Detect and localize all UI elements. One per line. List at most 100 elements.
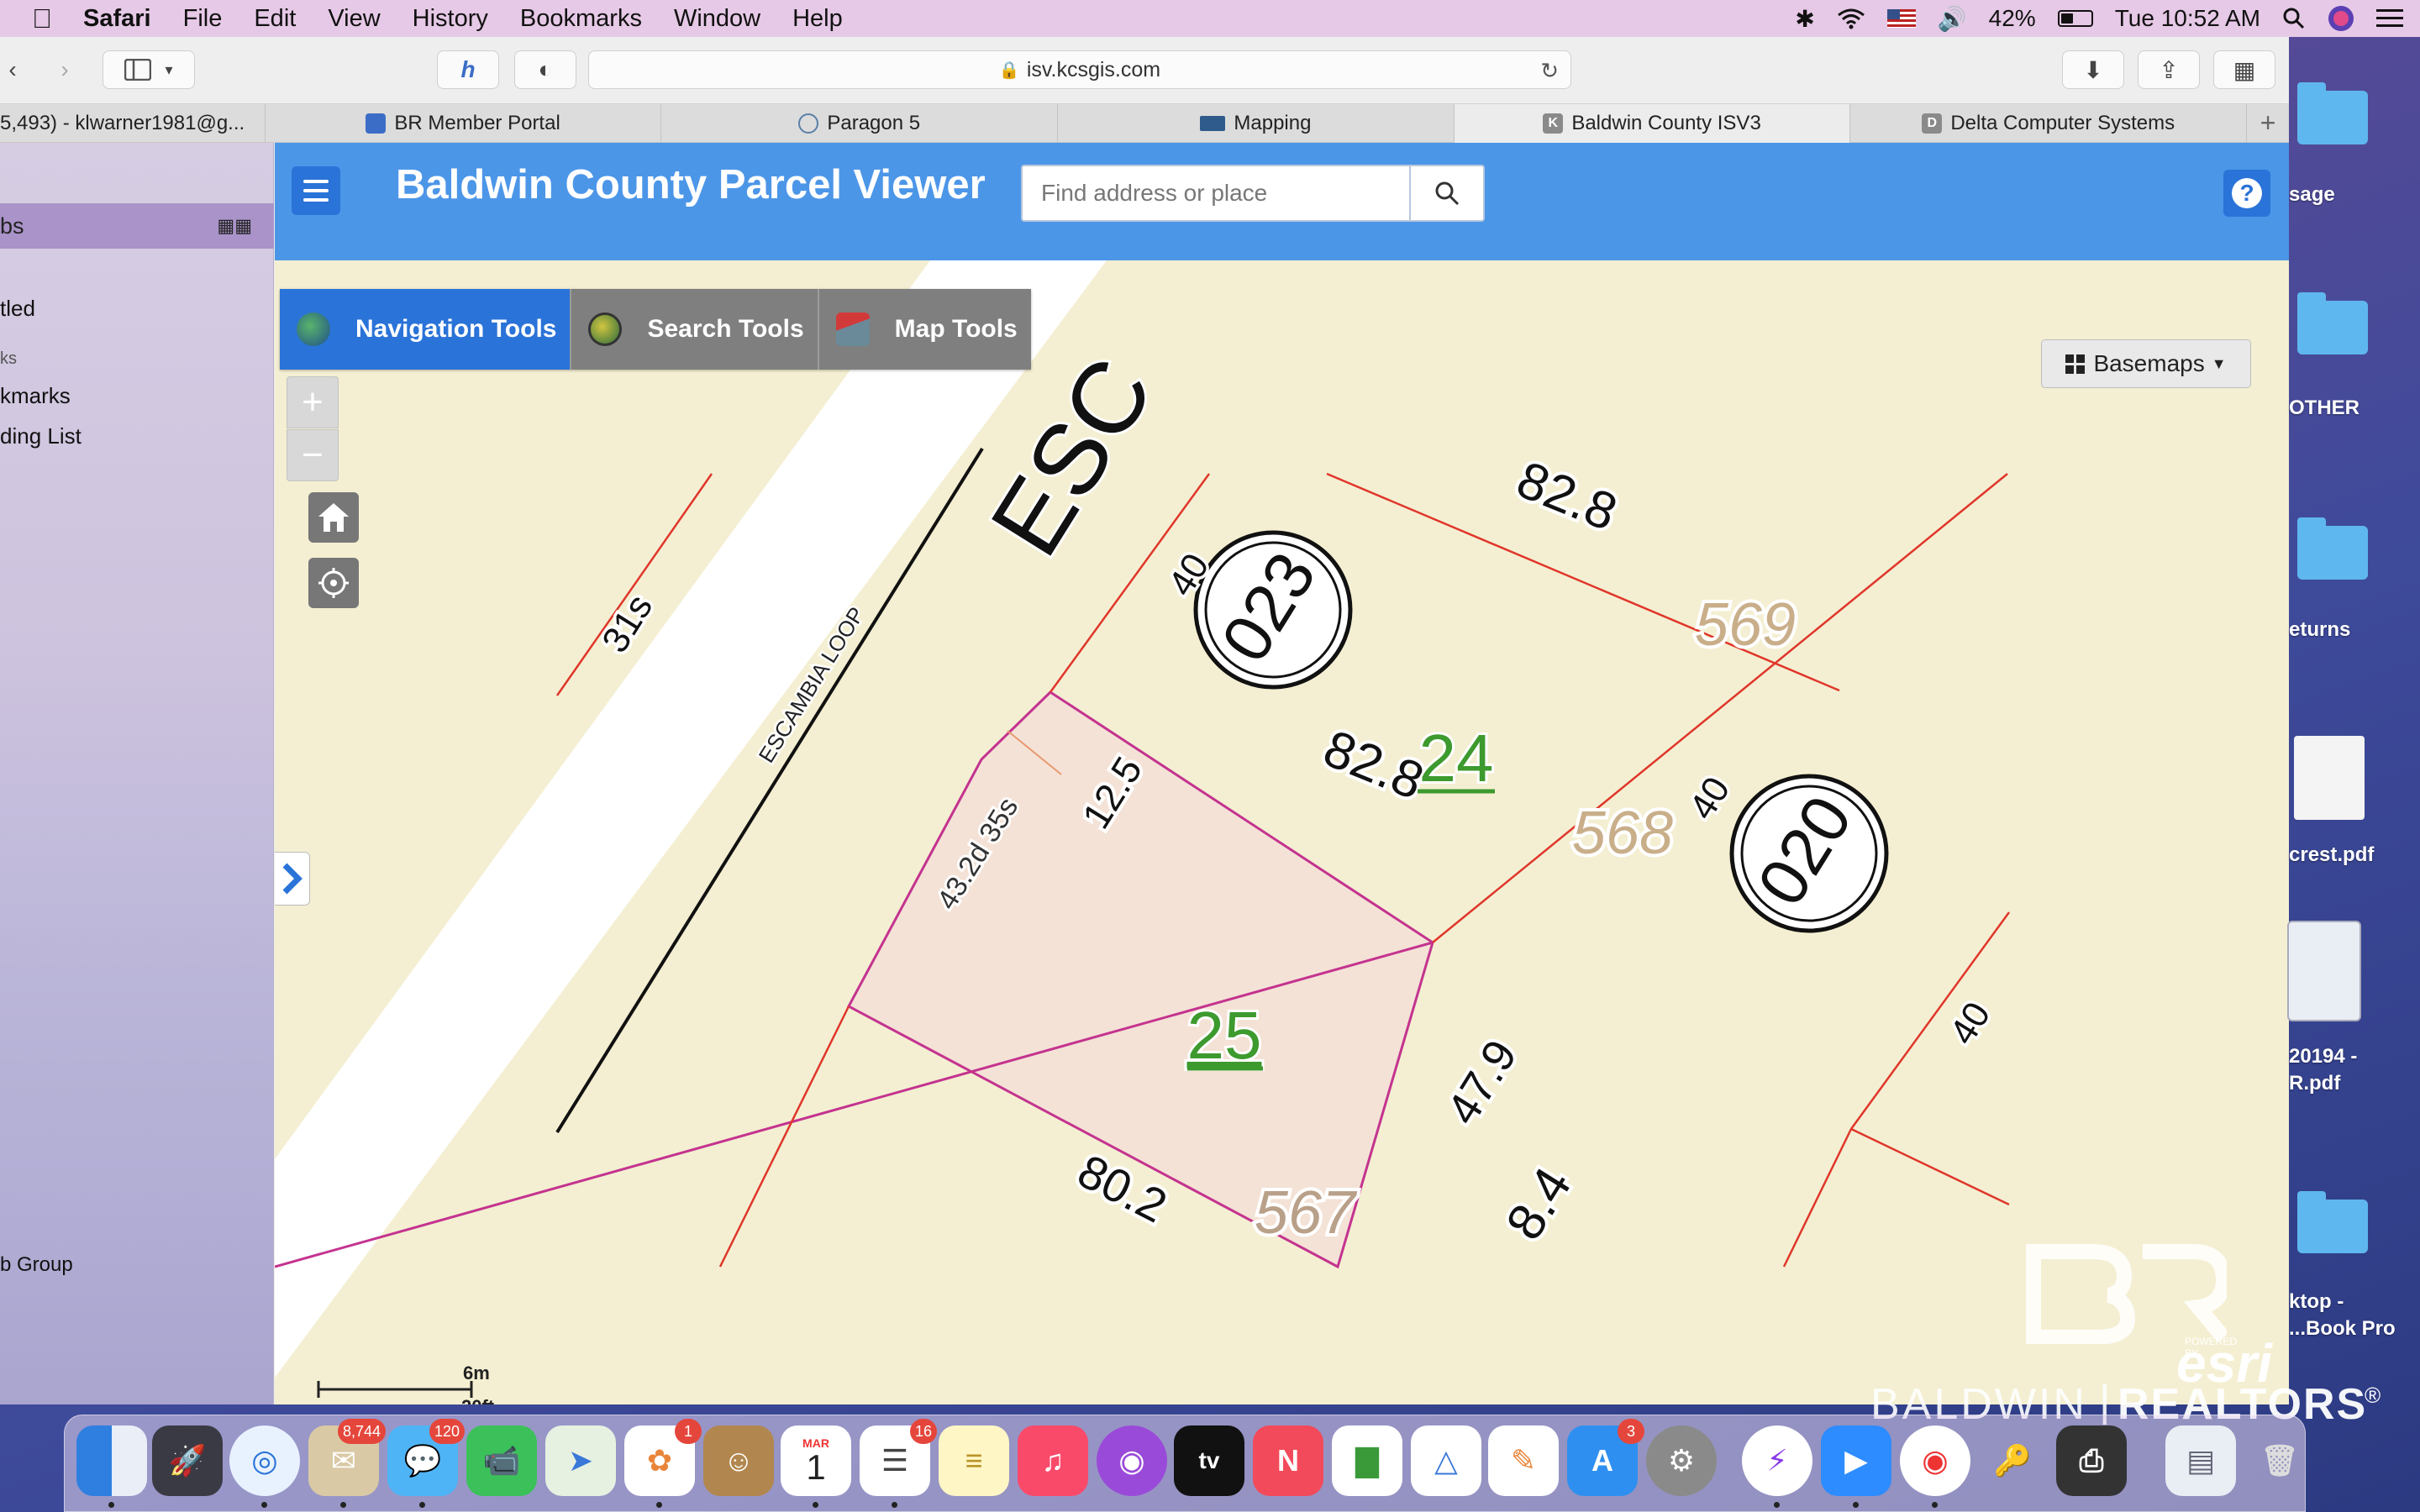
us-flag-icon[interactable] <box>1886 9 1916 28</box>
dock-launchpad-icon[interactable]: 🚀 <box>152 1425 223 1496</box>
basemaps-button[interactable]: Basemaps ▼ <box>2041 339 2251 388</box>
locate-button[interactable] <box>308 558 359 608</box>
address-bar[interactable]: 🔒 isv.kcsgis.com ↻ <box>588 50 1571 89</box>
menu-file[interactable]: File <box>167 5 239 33</box>
control-center-icon[interactable] <box>2376 8 2403 29</box>
home-button[interactable] <box>308 492 359 543</box>
help-button[interactable]: ? <box>2223 170 2270 217</box>
volume-icon[interactable]: 🔊 <box>1938 5 1967 33</box>
privacy-report-button[interactable]: ◐ <box>514 50 576 89</box>
dock-facetime-icon[interactable]: 📹 <box>466 1425 537 1496</box>
reload-icon[interactable]: ↻ <box>1540 58 1559 84</box>
dock-keychain-icon[interactable]: 🔑 <box>1977 1425 2048 1496</box>
dock-tv-icon[interactable]: tv <box>1174 1425 1244 1496</box>
battery-icon[interactable] <box>2057 10 2093 27</box>
dock-finder-icon[interactable] <box>76 1425 147 1508</box>
desktop-folder-4[interactable] <box>2297 1191 2368 1253</box>
dock-trash-icon[interactable]: 🗑 <box>2244 1425 2315 1496</box>
tab-email[interactable]: 5,493) - klwarner1981@g... <box>0 104 266 143</box>
clock[interactable]: Tue 10:52 AM <box>2115 5 2260 32</box>
dock-downloads-stack-icon[interactable]: ▤ <box>2165 1425 2236 1496</box>
desktop-pdf-thumbnail[interactable] <box>2287 921 2361 1021</box>
dock-contacts-icon[interactable]: ☺ <box>703 1425 774 1496</box>
dock-calendar-icon[interactable]: MAR 1 <box>781 1425 851 1508</box>
dock-photos-icon[interactable]: ✿ 1 <box>624 1419 702 1508</box>
dock-messenger-icon[interactable]: ⚡ <box>1742 1425 1812 1508</box>
messages-badge: 120 <box>429 1419 465 1444</box>
tab-paragon[interactable]: Paragon 5 <box>661 104 1059 143</box>
dock-safari-icon[interactable]: ◎ <box>229 1425 300 1508</box>
spotlight-search-icon[interactable] <box>2282 7 2306 30</box>
desktop-folder-2[interactable] <box>2297 292 2368 354</box>
sidebar-toggle-button[interactable]: ▾ <box>103 50 195 89</box>
dock-zoom-icon[interactable]: ▶ <box>1821 1425 1891 1508</box>
tab-delta-computer[interactable]: D Delta Computer Systems <box>1850 104 2248 143</box>
dock-appstore-icon[interactable]: A3 <box>1567 1419 1644 1496</box>
wifi-icon[interactable] <box>1837 8 1865 29</box>
menu-help[interactable]: Help <box>776 5 859 33</box>
lock-icon: 🔒 <box>998 60 1020 80</box>
desktop-folder-3[interactable] <box>2297 517 2368 580</box>
tab-overview-button[interactable]: ▦ <box>2213 50 2275 89</box>
app-title: Baldwin County Parcel Viewer <box>396 162 986 207</box>
forward-button[interactable]: › <box>44 50 86 89</box>
battery-percent: 42% <box>1988 5 2036 31</box>
dock-pages-icon[interactable]: ✎ <box>1488 1425 1559 1496</box>
back-button[interactable]: ‹ <box>0 50 34 89</box>
dock-news-icon[interactable]: N <box>1253 1425 1323 1496</box>
menu-view[interactable]: View <box>312 5 396 33</box>
grid-icon[interactable]: ▦▦ <box>217 215 252 237</box>
tab-navigation-tools[interactable]: Navigation Tools <box>280 289 572 370</box>
desktop-label-desktop: ktop - <box>2289 1290 2344 1313</box>
sidebar-header[interactable]: bs ▦▦ <box>0 203 274 249</box>
desktop-label-macbook-pro: ...Book Pro <box>2289 1317 2396 1340</box>
extension-button[interactable]: h <box>437 50 499 89</box>
sidebar-item-bookmarks[interactable]: kmarks <box>0 383 71 409</box>
br-favicon-icon <box>366 113 387 134</box>
tab-label: Delta Computer Systems <box>1950 112 2175 134</box>
menu-edit[interactable]: Edit <box>238 5 312 33</box>
tab-label: Baldwin County ISV3 <box>1571 112 1761 134</box>
bluetooth-icon[interactable]: ✱ <box>1795 5 1814 33</box>
sidebar-item-tab-group[interactable]: b Group <box>0 1253 73 1277</box>
tab-mapping[interactable]: Mapping <box>1058 104 1455 143</box>
mapping-favicon-icon <box>1200 116 1226 131</box>
dock-keynote-icon[interactable]: △ <box>1411 1425 1481 1496</box>
dock-reminders-icon[interactable]: ☰ 16 <box>860 1419 937 1508</box>
tab-search-tools[interactable]: Search Tools <box>571 289 819 370</box>
tab-baldwin-isv3[interactable]: K Baldwin County ISV3 <box>1454 104 1851 143</box>
new-tab-button[interactable]: + <box>2247 104 2289 142</box>
dock-chrome-icon[interactable]: ◉ <box>1900 1425 1970 1508</box>
dock-messages-icon[interactable]: 💬 120 <box>387 1419 465 1508</box>
apple-menu-icon[interactable]:  <box>17 3 67 34</box>
downloads-button[interactable]: ⬇ <box>2062 50 2124 89</box>
search-button[interactable] <box>1409 166 1483 220</box>
menu-app-safari[interactable]: Safari <box>67 5 167 33</box>
dock-maps-icon[interactable]: ➤ <box>545 1425 616 1496</box>
desktop-folder-1[interactable] <box>2297 82 2368 144</box>
menu-window[interactable]: Window <box>658 5 776 33</box>
dock-printer-icon[interactable]: ⎙ <box>2056 1425 2127 1496</box>
dock-numbers-icon[interactable]: ▇ <box>1332 1425 1402 1496</box>
sidebar-item-untitled[interactable]: tled <box>0 296 35 322</box>
menu-history[interactable]: History <box>397 5 504 33</box>
expand-panel-button[interactable] <box>275 852 310 906</box>
zoom-out-button[interactable]: − <box>287 429 339 481</box>
tab-br-member-portal[interactable]: BR Member Portal <box>266 104 662 143</box>
dock-mail-icon[interactable]: ✉ 8,744 <box>308 1419 386 1508</box>
dock-music-icon[interactable]: ♫ <box>1018 1425 1088 1496</box>
appstore-badge: 3 <box>1618 1419 1644 1444</box>
search-input[interactable] <box>1023 166 1409 220</box>
dock-podcasts-icon[interactable]: ◉ <box>1097 1425 1167 1496</box>
desktop-pdf-icon[interactable] <box>2294 736 2365 820</box>
hamburger-menu-button[interactable] <box>292 166 340 215</box>
parcel-number-567: 567 <box>1255 1179 1358 1247</box>
menu-bookmarks[interactable]: Bookmarks <box>504 5 658 33</box>
zoom-in-button[interactable]: + <box>287 376 339 428</box>
dock-notes-icon[interactable]: ≡ <box>939 1425 1009 1496</box>
share-button[interactable]: ⇪ <box>2138 50 2200 89</box>
siri-icon[interactable] <box>2328 5 2354 32</box>
dock-system-preferences-icon[interactable]: ⚙ <box>1646 1425 1717 1496</box>
sidebar-item-reading-list[interactable]: ding List <box>0 423 82 449</box>
tab-map-tools[interactable]: Map Tools <box>818 289 1031 370</box>
